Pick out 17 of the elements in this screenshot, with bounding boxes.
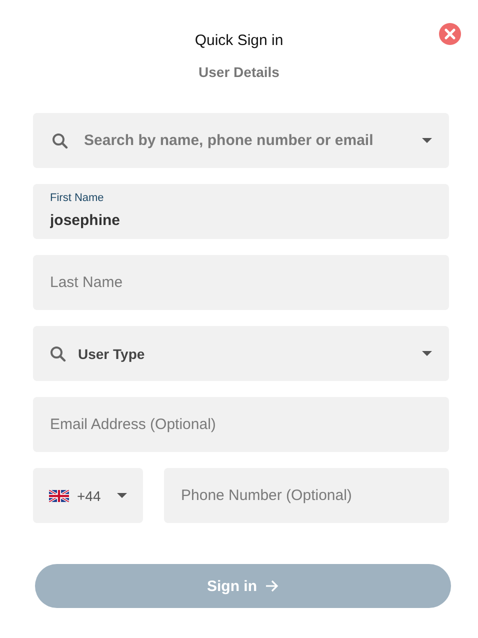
search-icon [52,132,68,148]
dialog-title: Quick Sign in [194,32,284,49]
field-label: First Name [50,192,104,204]
close-icon[interactable] [439,23,461,45]
search-field[interactable]: Search by name, phone number or email [33,113,449,168]
phone-field[interactable]: Phone Number (Optional) [164,468,449,523]
search-icon [50,346,66,362]
arrow-icon [265,580,279,592]
input-field[interactable]: Last Name [33,255,449,310]
caret-icon [116,493,127,498]
flag-icon [49,490,69,502]
caret-icon [422,138,432,143]
country-code-dropdown[interactable]: +44 [33,468,143,523]
input-field[interactable]: Email Address (Optional) [33,397,449,452]
section-heading: User Details [198,64,280,80]
user-type-dropdown[interactable]: User Type [33,326,449,381]
caret-icon [422,351,432,356]
